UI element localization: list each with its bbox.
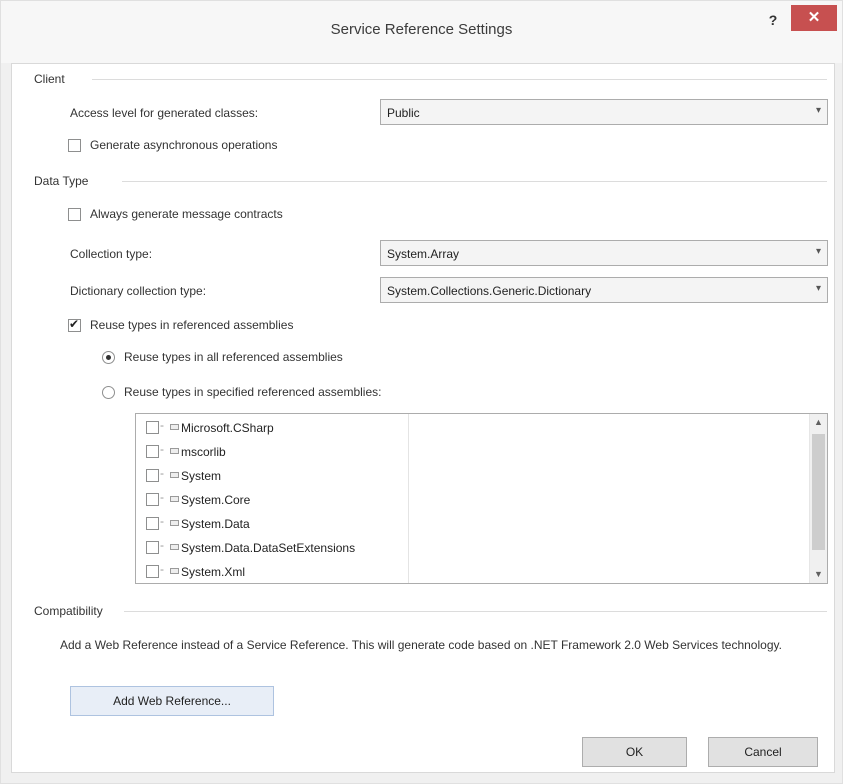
assembly-name: System.Core — [181, 493, 251, 507]
cancel-button[interactable]: Cancel — [708, 737, 818, 767]
client-group-divider — [92, 79, 827, 80]
assembly-icon — [170, 472, 179, 478]
access-level-value: Public — [387, 106, 420, 120]
assembly-name: System.Data.DataSetExtensions — [181, 541, 356, 555]
chevron-down-icon: ▾ — [815, 105, 821, 116]
data-type-group-label: Data Type — [34, 174, 89, 188]
assembly-checkbox[interactable] — [146, 493, 159, 506]
list-item[interactable]: - System — [146, 466, 416, 486]
assembly-name: Microsoft.CSharp — [181, 421, 274, 435]
reuse-specified-radio[interactable] — [102, 386, 115, 399]
assembly-checkbox[interactable] — [146, 517, 159, 530]
list-column-divider — [408, 414, 409, 583]
compatibility-group-divider — [124, 611, 827, 612]
tree-connector: - — [160, 442, 164, 456]
assembly-icon — [170, 544, 179, 550]
dictionary-type-value: System.Collections.Generic.Dictionary — [387, 284, 592, 298]
help-button[interactable]: ? — [759, 9, 787, 31]
radio-selected-dot — [106, 355, 111, 360]
assembly-icon — [170, 424, 179, 430]
assembly-name: System.Data — [181, 517, 250, 531]
assembly-icon — [170, 568, 179, 574]
list-item[interactable]: - Microsoft.CSharp — [146, 418, 416, 438]
assembly-checkbox[interactable] — [146, 565, 159, 578]
async-operations-checkbox[interactable] — [68, 139, 81, 152]
tree-connector: - — [160, 514, 164, 528]
always-contracts-label: Always generate message contracts — [90, 207, 283, 221]
assembly-checkbox[interactable] — [146, 469, 159, 482]
list-item[interactable]: - System.Data.DataSetExtensions — [146, 538, 416, 558]
dialog-title: Service Reference Settings — [330, 21, 513, 38]
dialog-window: Service Reference Settings ? ✕ Client Ac… — [0, 0, 843, 784]
reuse-all-label: Reuse types in all referenced assemblies — [124, 350, 343, 364]
scroll-up-icon[interactable]: ▲ — [810, 414, 827, 431]
access-level-dropdown[interactable]: Public ▾ — [380, 99, 828, 125]
always-contracts-checkbox[interactable] — [68, 208, 81, 221]
checkmark-icon: ✔ — [69, 317, 80, 331]
ok-button[interactable]: OK — [582, 737, 687, 767]
assembly-checkbox[interactable] — [146, 541, 159, 554]
tree-connector: - — [160, 538, 164, 552]
dictionary-type-dropdown[interactable]: System.Collections.Generic.Dictionary ▾ — [380, 277, 828, 303]
assembly-checkbox[interactable] — [146, 445, 159, 458]
tree-connector: - — [160, 418, 164, 432]
title-bar: Service Reference Settings ? ✕ — [1, 1, 842, 63]
compatibility-description-text: Add a Web Reference instead of a Service… — [60, 638, 782, 652]
close-button[interactable]: ✕ — [791, 5, 837, 31]
dictionary-type-label: Dictionary collection type: — [70, 284, 207, 298]
collection-type-dropdown[interactable]: System.Array ▾ — [380, 240, 828, 266]
tree-connector: - — [160, 490, 164, 504]
assembly-icon — [170, 496, 179, 502]
assemblies-listbox[interactable]: - Microsoft.CSharp - mscorlib - System - — [135, 413, 828, 584]
reuse-all-radio[interactable] — [102, 351, 115, 364]
scroll-down-icon[interactable]: ▼ — [810, 566, 827, 583]
reuse-types-label: Reuse types in referenced assemblies — [90, 318, 294, 332]
list-item[interactable]: - System.Data — [146, 514, 416, 534]
compatibility-group-label: Compatibility — [34, 604, 103, 618]
add-web-reference-button[interactable]: Add Web Reference... — [70, 686, 274, 716]
list-item[interactable]: - mscorlib — [146, 442, 416, 462]
collection-type-value: System.Array — [387, 247, 460, 261]
listbox-scrollbar[interactable]: ▲ ▼ — [809, 414, 827, 583]
assembly-name: System — [181, 469, 222, 483]
list-item[interactable]: - System.Core — [146, 490, 416, 510]
async-operations-label: Generate asynchronous operations — [90, 138, 278, 152]
assembly-name: mscorlib — [181, 445, 226, 459]
chevron-down-icon: ▾ — [815, 283, 821, 294]
tree-connector: - — [160, 562, 164, 576]
list-item[interactable]: - System.Xml — [146, 562, 416, 582]
data-type-group-divider — [122, 181, 827, 182]
assembly-name: System.Xml — [181, 565, 246, 579]
reuse-specified-label: Reuse types in specified referenced asse… — [124, 385, 382, 399]
chevron-down-icon: ▾ — [815, 246, 821, 257]
assembly-checkbox[interactable] — [146, 421, 159, 434]
reuse-types-checkbox[interactable]: ✔ — [68, 317, 81, 332]
access-level-label: Access level for generated classes: — [70, 106, 259, 120]
collection-type-label: Collection type: — [70, 247, 153, 261]
scroll-thumb[interactable] — [812, 434, 825, 550]
assembly-icon — [170, 520, 179, 526]
assembly-icon — [170, 448, 179, 454]
tree-connector: - — [160, 466, 164, 480]
client-group-label: Client — [34, 72, 65, 86]
dialog-content: Client Access level for generated classe… — [11, 63, 835, 773]
